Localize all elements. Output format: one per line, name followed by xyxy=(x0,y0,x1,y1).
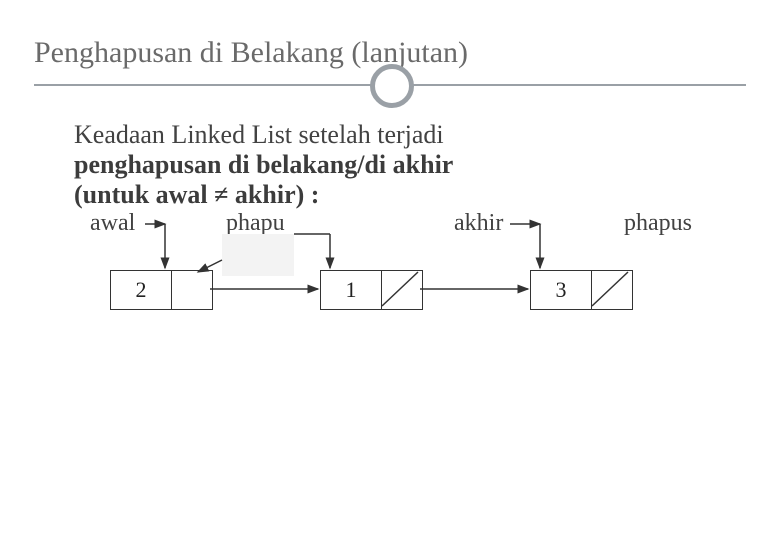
subtitle-line1: Keadaan Linked List setelah terjadi xyxy=(74,120,453,150)
node-3-pointer xyxy=(592,271,632,309)
subtitle-line3: (untuk awal ≠ akhir) : xyxy=(74,180,453,210)
title-circle-decoration xyxy=(370,64,414,108)
node-2-value: 1 xyxy=(321,271,382,309)
slide-title: Penghapusan di Belakang (lanjutan) xyxy=(34,36,468,70)
node-2: 1 xyxy=(320,270,423,310)
node-1: 2 xyxy=(110,270,213,310)
node-1-value: 2 xyxy=(111,271,172,309)
node-1-pointer xyxy=(172,271,212,309)
label-akhir: akhir xyxy=(454,210,503,237)
phapu-background-box xyxy=(222,234,294,276)
label-awal: awal xyxy=(90,210,135,237)
subtitle-block: Keadaan Linked List setelah terjadi peng… xyxy=(74,120,453,210)
subtitle-line2: penghapusan di belakang/di akhir xyxy=(74,150,453,180)
node-3: 3 xyxy=(530,270,633,310)
node-2-pointer xyxy=(382,271,422,309)
label-phapus: phapus xyxy=(624,210,692,237)
label-phapu: phapu xyxy=(226,210,285,237)
node-3-value: 3 xyxy=(531,271,592,309)
